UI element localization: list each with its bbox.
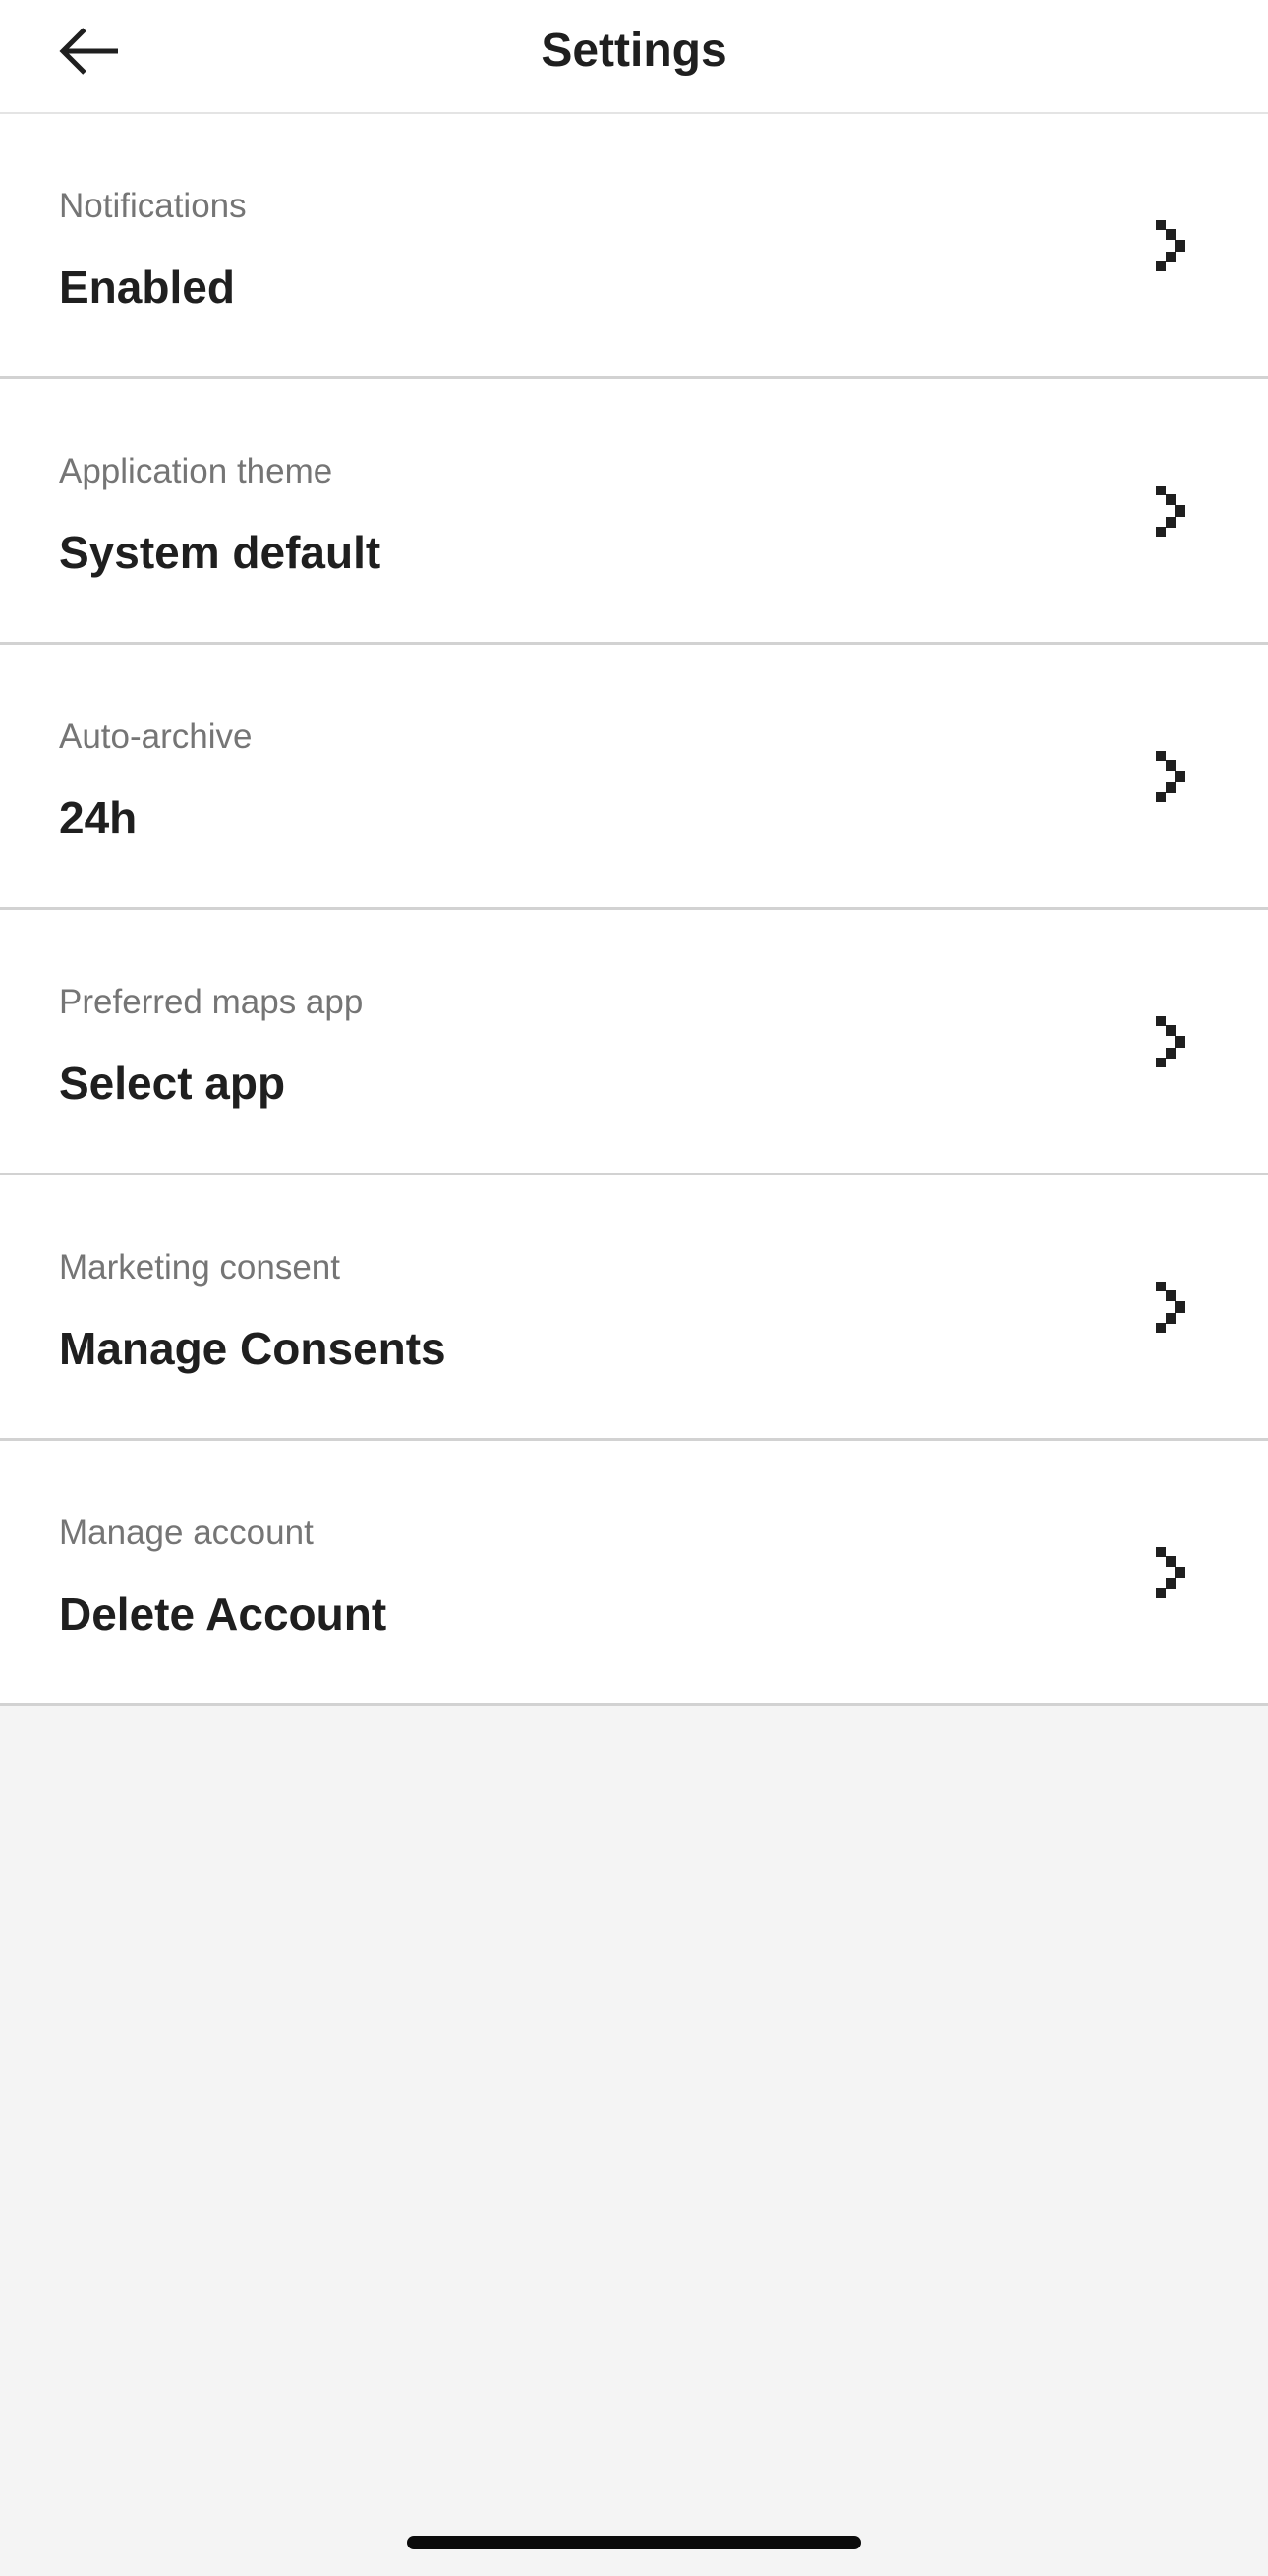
setting-row-marketing-consent[interactable]: Marketing consent Manage Consents — [0, 1175, 1268, 1441]
setting-value: 24h — [59, 792, 138, 843]
setting-label: Application theme — [59, 452, 333, 490]
setting-row-manage-account[interactable]: Manage account Delete Account — [0, 1441, 1268, 1706]
app-bar: Settings — [0, 0, 1268, 114]
setting-row-auto-archive[interactable]: Auto-archive 24h — [0, 645, 1268, 910]
settings-list: Notifications Enabled Application theme … — [0, 114, 1268, 1706]
setting-value: Enabled — [59, 261, 235, 313]
chevron-right-icon — [1156, 220, 1185, 271]
setting-label: Auto-archive — [59, 717, 253, 756]
chevron-right-icon — [1156, 1547, 1185, 1598]
chevron-right-icon — [1156, 751, 1185, 802]
chevron-right-icon — [1156, 486, 1185, 537]
setting-label: Notifications — [59, 187, 247, 225]
chevron-right-icon — [1156, 1282, 1185, 1333]
setting-value: Manage Consents — [59, 1323, 446, 1374]
setting-value: Select app — [59, 1058, 286, 1109]
setting-label: Preferred maps app — [59, 983, 364, 1021]
setting-row-application-theme[interactable]: Application theme System default — [0, 379, 1268, 645]
setting-value: System default — [59, 527, 381, 578]
setting-row-preferred-maps-app[interactable]: Preferred maps app Select app — [0, 910, 1268, 1175]
setting-row-notifications[interactable]: Notifications Enabled — [0, 114, 1268, 379]
setting-value: Delete Account — [59, 1588, 387, 1639]
home-indicator[interactable] — [407, 2536, 861, 2549]
page-title: Settings — [541, 25, 727, 77]
setting-label: Manage account — [59, 1514, 314, 1552]
setting-label: Marketing consent — [59, 1248, 340, 1287]
chevron-right-icon — [1156, 1016, 1185, 1067]
